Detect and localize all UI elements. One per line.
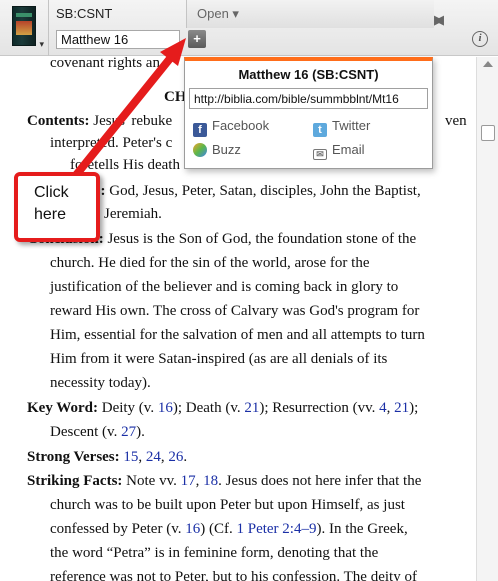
buzz-icon xyxy=(193,143,207,157)
popup-title: Matthew 16 (SB:CSNT) xyxy=(238,67,379,82)
callout-line-2: here xyxy=(34,206,67,223)
striking-line-2: church was to be built upon Peter but up… xyxy=(50,497,405,513)
conclusion-line-5: Him, essential for the salvation of men … xyxy=(50,327,425,343)
keyword-label: Key Word: xyxy=(27,400,98,416)
facebook-label: Facebook xyxy=(212,118,270,133)
share-url-field[interactable] xyxy=(189,88,428,109)
click-here-callout: Click here xyxy=(14,172,100,242)
text: ). In the Greek, xyxy=(316,521,408,537)
text: ); xyxy=(409,400,419,416)
open-label: Open ▾ xyxy=(197,6,239,21)
text: ); Resurrection (vv. xyxy=(259,400,380,416)
text: Deity (v. xyxy=(101,400,158,416)
characters-line-1: rs: God, Jesus, Peter, Satan, disciples,… xyxy=(88,183,421,200)
twitter-share-link[interactable]: t Twitter xyxy=(313,118,370,137)
contents-label: Contents: xyxy=(27,113,90,129)
twitter-icon: t xyxy=(313,123,327,137)
keyword-line-1: Key Word: Deity (v. 16); Death (v. 21); … xyxy=(27,400,418,417)
callout-line-1: Click xyxy=(34,184,69,201)
book-cover-icon xyxy=(12,6,36,46)
verse-link[interactable]: 26 xyxy=(168,449,183,465)
conclusion-line-4: reward His own. The cross of Calvary was… xyxy=(50,303,420,319)
text: confessed by Peter (v. xyxy=(50,521,186,537)
share-plus-icon[interactable]: + xyxy=(188,30,206,48)
scroll-up-icon[interactable] xyxy=(483,61,493,67)
text: . xyxy=(183,449,188,465)
text: . Jesus does not here infer that the xyxy=(218,473,422,489)
striking-facts-label: Striking Facts: xyxy=(27,473,123,489)
facebook-icon: f xyxy=(193,123,207,137)
contents-line-2: interpreted. Peter's c xyxy=(50,135,173,151)
reference-input[interactable] xyxy=(56,30,180,49)
resource-cover-button[interactable]: ▾ xyxy=(6,4,46,50)
strong-verses-label: Strong Verses: xyxy=(27,449,120,465)
conclusion-line-7: necessity today). xyxy=(50,375,151,391)
chevron-down-icon: ▾ xyxy=(39,39,44,49)
text: , xyxy=(195,473,204,489)
toolbar-divider xyxy=(48,0,49,56)
email-share-link[interactable]: ✉ Email xyxy=(313,142,365,160)
email-label: Email xyxy=(332,142,365,157)
verse-link[interactable]: 21 xyxy=(244,400,259,416)
share-popup: Matthew 16 (SB:CSNT) fFacebook tTwitter … xyxy=(184,57,433,169)
buzz-share-link[interactable]: Buzz xyxy=(193,142,241,157)
verse-link[interactable]: 24 xyxy=(146,449,161,465)
conclusion-text: Jesus is the Son of God, the foundation … xyxy=(107,231,417,247)
email-icon: ✉ xyxy=(313,149,327,160)
contents-text: Jesus' rebuke xyxy=(93,113,173,129)
striking-line-3: confessed by Peter (v. 16) (Cf. 1 Peter … xyxy=(50,521,408,538)
characters-line-2: Jeremiah. xyxy=(104,206,162,222)
contents-line-1: Contents: Jesus' rebuke xyxy=(27,113,172,130)
verse-link[interactable]: 18 xyxy=(203,473,218,489)
characters-text: God, Jesus, Peter, Satan, disciples, Joh… xyxy=(109,183,421,199)
open-menu-button[interactable]: Open ▾ ◀ ▶ xyxy=(186,0,444,28)
verse-link[interactable]: 27 xyxy=(121,424,136,440)
text: Note vv. xyxy=(126,473,181,489)
conclusion-line-2: church. He died for the sin of the world… xyxy=(50,255,370,271)
forward-arrow-icon[interactable]: ▶ xyxy=(434,12,448,28)
text-line: covenant rights an xyxy=(50,57,160,71)
verse-link[interactable]: 21 xyxy=(394,400,409,416)
text: ). xyxy=(136,424,145,440)
text: ) (Cf. xyxy=(200,521,237,537)
twitter-label: Twitter xyxy=(332,118,371,133)
conclusion-line-3: justification of the believer and is com… xyxy=(50,279,399,295)
resource-name: SB:CSNT xyxy=(56,6,113,21)
contents-line-1-end: ven xyxy=(445,113,467,129)
vertical-scrollbar[interactable] xyxy=(476,57,498,581)
verse-link[interactable]: 4 xyxy=(379,400,387,416)
facebook-share-link[interactable]: f Facebook xyxy=(193,118,269,137)
info-icon[interactable]: i xyxy=(472,31,488,47)
text: ); Death (v. xyxy=(172,400,245,416)
verse-link[interactable]: 16 xyxy=(158,400,173,416)
verse-link[interactable]: 15 xyxy=(123,449,138,465)
text: , xyxy=(138,449,146,465)
verse-link[interactable]: 1 Peter 2:4–9 xyxy=(236,521,316,537)
verse-link[interactable]: 17 xyxy=(181,473,196,489)
striking-line-1: Striking Facts: Note vv. 17, 18. Jesus d… xyxy=(27,473,421,490)
text: Descent (v. xyxy=(50,424,122,440)
toolbar: ▾ SB:CSNT Open ▾ ◀▶ + i xyxy=(0,0,498,56)
keyword-line-2: Descent (v. 27). xyxy=(50,424,145,441)
buzz-label: Buzz xyxy=(212,142,241,157)
striking-line-5: reference was not to Peter, but to his c… xyxy=(50,569,417,581)
strong-verses-line: Strong Verses: 15, 24, 26. xyxy=(27,449,187,466)
scroll-thumb[interactable] xyxy=(481,125,495,141)
striking-line-4: the word “Petra” is in feminine form, de… xyxy=(50,545,379,561)
conclusion-line-6: Him from it were Satan-inspired (as are … xyxy=(50,351,388,367)
verse-link[interactable]: 16 xyxy=(185,521,200,537)
